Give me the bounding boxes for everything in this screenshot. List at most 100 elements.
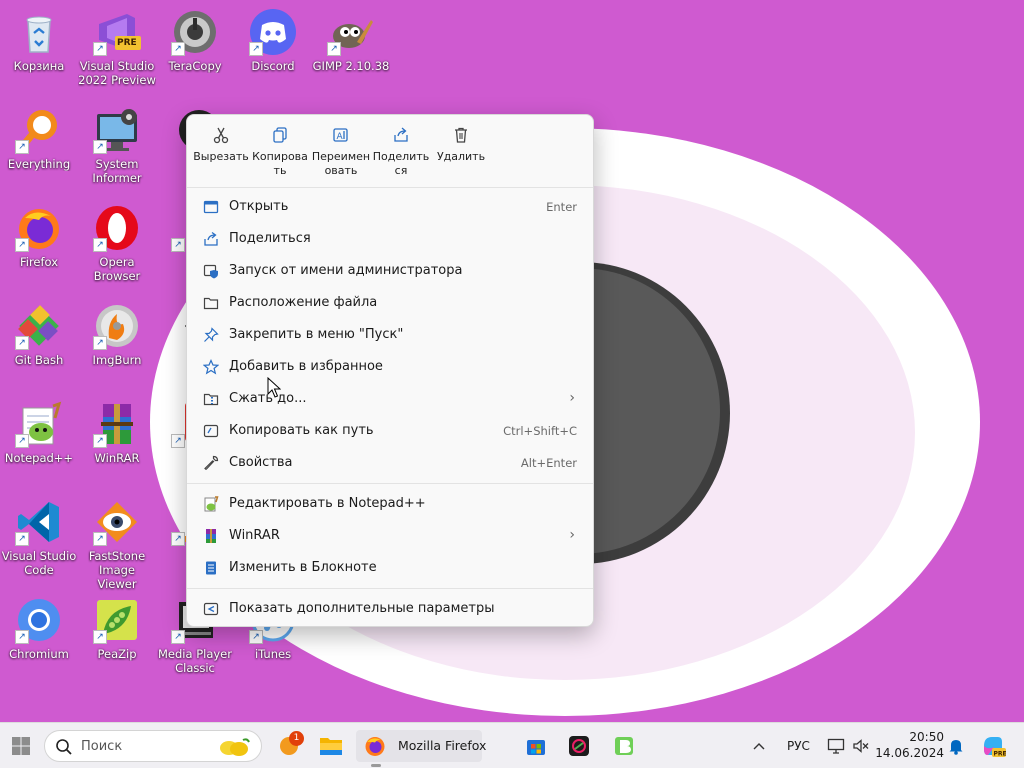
menu-separator — [187, 483, 593, 484]
desktop-icon-gimp[interactable]: ↗ GIMP 2.10.38 — [312, 8, 390, 73]
menu-item-edit-in-notepadpp[interactable]: Редактировать в Notepad++ — [191, 488, 589, 520]
quick-action-label: Переименовать — [311, 150, 371, 177]
show-hidden-icons-button[interactable] — [746, 730, 772, 762]
notepad-icon — [203, 560, 219, 576]
taskbar-app-button[interactable] — [607, 730, 641, 762]
desktop-icon-git-bash[interactable]: ↗ Git Bash — [0, 302, 78, 367]
taskbar-network-button[interactable] — [824, 730, 848, 762]
shortcut-arrow-icon: ↗ — [93, 630, 107, 644]
menu-item-show-more-options[interactable]: Показать дополнительные параметры — [191, 593, 589, 625]
shortcut-arrow-icon: ↗ — [15, 434, 29, 448]
star-icon — [203, 359, 219, 375]
quick-action-label: Удалить — [436, 150, 486, 163]
desktop-icon-discord[interactable]: ↗ Discord — [234, 8, 312, 73]
notification-count-badge: 1 — [289, 731, 304, 746]
taskbar-widgets-button[interactable]: 1 — [272, 730, 306, 762]
menu-item-label: WinRAR — [229, 528, 280, 543]
taskbar-firefox-label: Mozilla Firefox — [398, 738, 487, 753]
menu-item-label: Показать дополнительные параметры — [229, 601, 495, 616]
notepadpp-icon — [203, 496, 219, 512]
imgburn-icon: ↗ — [93, 302, 141, 350]
taskbar-app-button[interactable] — [562, 730, 596, 762]
menu-item-compress-to[interactable]: Сжать до... › — [191, 383, 589, 415]
more-options-icon — [203, 601, 219, 617]
delete-button[interactable]: Удалить — [431, 123, 491, 164]
taskbar-store-button[interactable] — [519, 730, 553, 762]
menu-item-open[interactable]: Открыть Enter — [191, 191, 589, 223]
menu-item-label: Копировать как путь — [229, 423, 374, 438]
start-button[interactable] — [4, 730, 38, 762]
desktop-icon-recycle-bin[interactable]: Корзина — [0, 8, 78, 73]
desktop-icon-chromium[interactable]: ↗ Chromium — [0, 596, 78, 661]
menu-item-pin-to-start[interactable]: Закрепить в меню "Пуск" — [191, 319, 589, 351]
notepadpp-icon: ↗ — [15, 400, 63, 448]
desktop-icon-everything[interactable]: ↗ Everything — [0, 106, 78, 171]
desktop-icon-firefox[interactable]: ↗ Firefox — [0, 204, 78, 269]
chevron-right-icon: › — [569, 390, 575, 406]
cut-button[interactable]: Вырезать — [191, 123, 251, 164]
taskbar-search-box[interactable]: Поиск — [44, 730, 262, 762]
desktop-icon-winrar[interactable]: ↗ WinRAR — [78, 400, 156, 465]
clock-date: 14.06.2024 — [875, 746, 944, 760]
pin-icon — [203, 327, 219, 343]
desktop-icon-imgburn[interactable]: ↗ ImgBurn — [78, 302, 156, 367]
svg-text:PRE: PRE — [994, 751, 1007, 758]
menu-item-properties[interactable]: Свойства Alt+Enter — [191, 447, 589, 479]
desktop-icon-vscode[interactable]: ↗ Visual Studio Code — [0, 498, 78, 577]
desktop-icon-visual-studio-preview[interactable]: PRE ↗ Visual Studio 2022 Preview — [78, 8, 156, 87]
gimp-icon: ↗ — [327, 8, 375, 56]
shortcut-arrow-icon: ↗ — [171, 434, 185, 448]
menu-item-winrar[interactable]: WinRAR › — [191, 520, 589, 552]
desktop-icon-faststone[interactable]: ↗ FastStone Image Viewer — [78, 498, 156, 591]
shortcut-arrow-icon: ↗ — [93, 434, 107, 448]
desktop-icon-label: Chromium — [9, 647, 69, 661]
ip-app-icon — [568, 735, 590, 757]
running-app-indicator — [371, 764, 381, 767]
menu-item-add-to-favorites[interactable]: Добавить в избранное — [191, 351, 589, 383]
opera-icon: ↗ — [93, 204, 141, 252]
menu-item-share[interactable]: Поделиться — [191, 223, 589, 255]
desktop-icon-opera[interactable]: ↗ Opera Browser — [78, 204, 156, 283]
file-explorer-icon — [319, 735, 343, 757]
quick-action-label: Поделиться — [372, 150, 430, 177]
input-language-indicator[interactable]: РУС — [787, 738, 810, 754]
desktop-icon-label: WinRAR — [94, 451, 140, 465]
firefox-icon: ↗ — [15, 204, 63, 252]
taskbar-clock[interactable]: 20:50 14.06.2024 — [868, 729, 944, 761]
faststone-icon: ↗ — [93, 498, 141, 546]
menu-item-label: Изменить в Блокноте — [229, 560, 377, 575]
folder-icon — [203, 295, 219, 311]
vscode-icon: ↗ — [15, 498, 63, 546]
copy-button[interactable]: Копировать — [250, 123, 310, 178]
menu-item-label: Свойства — [229, 455, 293, 470]
menu-item-run-as-admin[interactable]: Запуск от имени администратора — [191, 255, 589, 287]
desktop-icon-peazip[interactable]: ↗ PeaZip — [78, 596, 156, 661]
menu-item-edit-in-notepad[interactable]: Изменить в Блокноте — [191, 552, 589, 584]
share-button[interactable]: Поделиться — [371, 123, 431, 178]
clock-time: 20:50 — [909, 730, 944, 744]
discord-icon: ↗ — [249, 8, 297, 56]
shortcut-arrow-icon: ↗ — [93, 42, 107, 56]
copy-path-icon — [203, 423, 219, 439]
chevron-right-icon: › — [569, 527, 575, 543]
desktop-icon-label: Notepad++ — [4, 451, 74, 465]
visual-studio-preview-icon: PRE ↗ — [93, 8, 141, 56]
menu-item-file-location[interactable]: Расположение файла — [191, 287, 589, 319]
rename-button[interactable]: A Переименовать — [311, 123, 371, 178]
menu-item-copy-as-path[interactable]: Копировать как путь Ctrl+Shift+C — [191, 415, 589, 447]
everything-search-icon: ↗ — [15, 106, 63, 154]
shortcut-arrow-icon: ↗ — [327, 42, 341, 56]
search-placeholder: Поиск — [81, 739, 123, 754]
desktop-icon-teracopy[interactable]: ↗ TeraCopy — [156, 8, 234, 73]
desktop-icon-notepadpp[interactable]: ↗ Notepad++ — [0, 400, 78, 465]
taskbar-notifications-button[interactable] — [944, 730, 968, 762]
git-bash-icon: ↗ — [15, 302, 63, 350]
taskbar-file-explorer-button[interactable] — [314, 730, 348, 762]
microsoft-store-icon — [525, 735, 547, 757]
bell-icon — [948, 737, 964, 755]
taskbar-copilot-button[interactable]: PRE — [976, 730, 1010, 762]
desktop-icon-system-informer[interactable]: ↗ System Informer — [78, 106, 156, 185]
menu-item-label: Поделиться — [229, 231, 311, 246]
b-app-icon — [613, 735, 635, 757]
desktop-icon-label: Discord — [251, 59, 295, 73]
